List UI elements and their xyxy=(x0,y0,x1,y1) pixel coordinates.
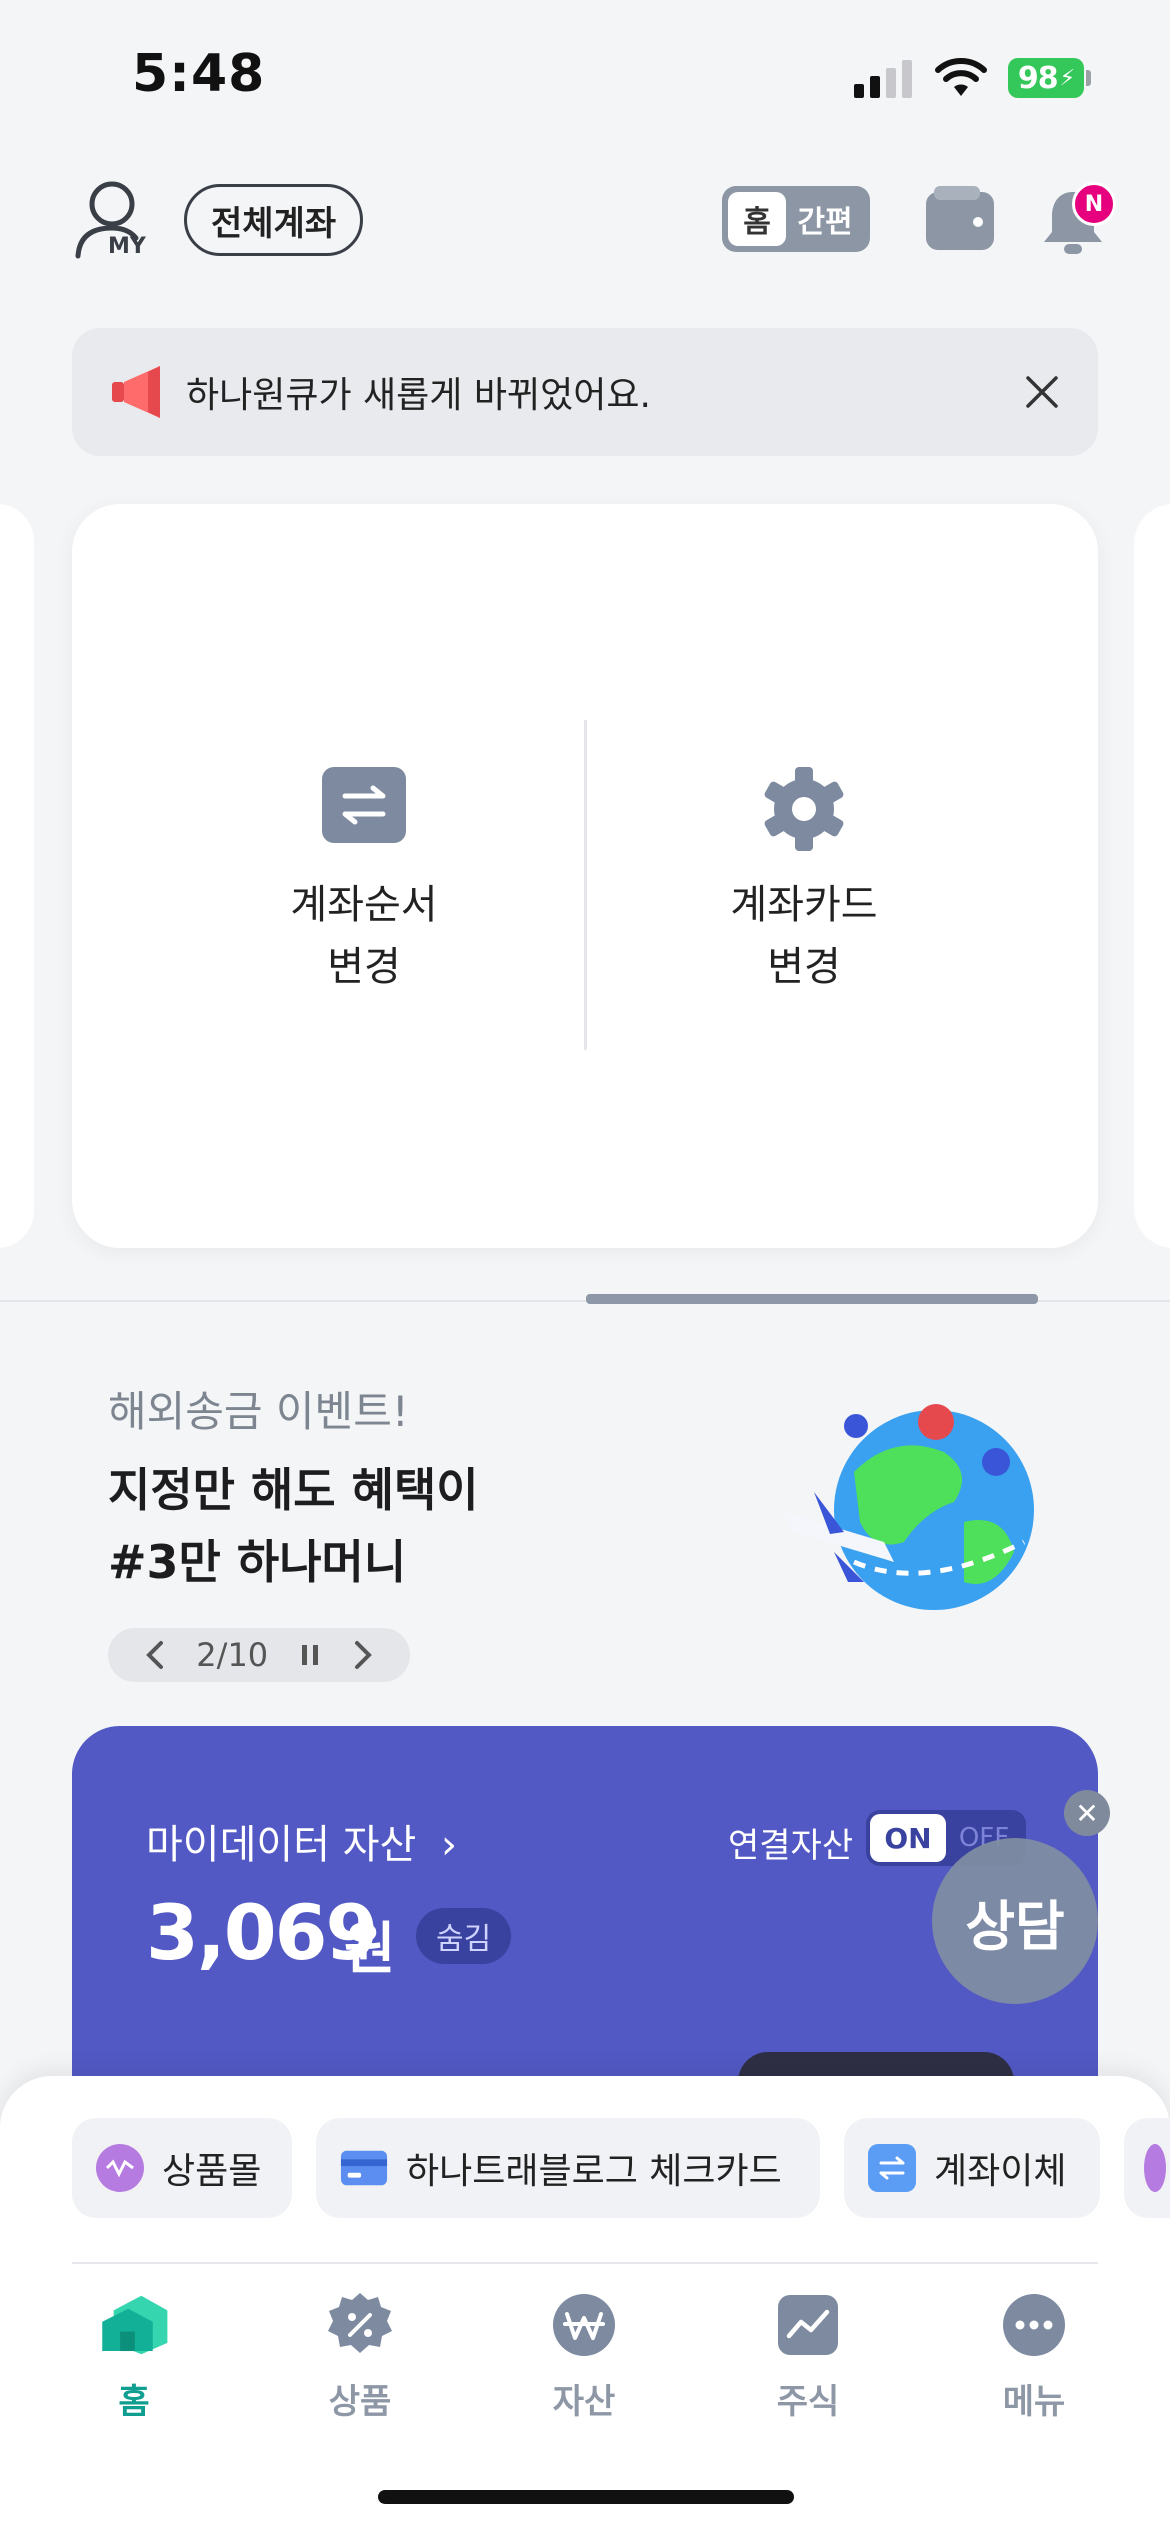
change-account-order-button[interactable]: 계좌순서 변경 xyxy=(184,766,544,998)
my-profile-button[interactable]: MY xyxy=(72,176,156,266)
mode-home-option[interactable]: 홈 xyxy=(728,192,786,246)
mydata-title[interactable]: 마이데이터 자산 › xyxy=(146,1812,457,1870)
notification-badge: N xyxy=(1072,182,1116,226)
event-subtitle: 해외송금 이벤트! xyxy=(108,1387,409,1436)
change-order-line2: 변경 xyxy=(327,944,401,990)
consult-close-icon[interactable]: ✕ xyxy=(1064,1790,1110,1836)
consult-button[interactable]: 상담 xyxy=(932,1838,1098,2004)
my-label: MY xyxy=(108,234,146,259)
notice-banner[interactable]: 하나원큐가 새롭게 바뀌었어요. xyxy=(72,328,1098,456)
carousel-indicator xyxy=(586,1294,1038,1304)
transfer-arrows-icon xyxy=(322,767,406,843)
signal-icon xyxy=(854,60,912,98)
battery-indicator: 98 ⚡ xyxy=(1008,58,1084,98)
next-account-card[interactable] xyxy=(1134,504,1170,1248)
nav-menu[interactable]: 메뉴 xyxy=(964,2290,1104,2423)
more-dots-icon xyxy=(999,2290,1069,2360)
chevron-right-icon[interactable] xyxy=(351,1639,375,1671)
megaphone-icon xyxy=(112,366,160,418)
change-card-line2: 변경 xyxy=(767,944,841,990)
battery-tip xyxy=(1086,70,1091,86)
prev-account-card[interactable] xyxy=(0,504,34,1248)
wallet-icon[interactable] xyxy=(924,186,996,252)
notice-text: 하나원큐가 새롭게 바뀌었어요. xyxy=(186,375,651,416)
nav-stocks[interactable]: 주식 xyxy=(738,2290,878,2423)
globe-airplane-icon[interactable] xyxy=(774,1392,1044,1622)
quick-menu-transfer[interactable]: 계좌이체 xyxy=(844,2118,1100,2218)
toggle-on[interactable]: ON xyxy=(870,1814,946,1862)
pager-count: 2/10 xyxy=(196,1636,269,1674)
won-coin-icon xyxy=(549,2290,619,2360)
gear-icon xyxy=(764,767,844,851)
all-accounts-button[interactable]: 전체계좌 xyxy=(184,184,364,256)
nav-home[interactable]: 홈 xyxy=(64,2290,204,2423)
card-icon xyxy=(340,2144,388,2192)
mydata-amount: 3,069 xyxy=(146,1888,378,1977)
linked-assets-label: 연결자산 xyxy=(728,1826,854,1866)
percent-badge-icon xyxy=(325,2290,395,2360)
purple-coin-icon xyxy=(1144,2144,1166,2192)
status-time: 5:48 xyxy=(132,44,266,104)
purple-coin-icon xyxy=(96,2144,144,2192)
quick-menu-more[interactable] xyxy=(1124,2118,1170,2218)
nav-assets[interactable]: 자산 xyxy=(514,2290,654,2423)
nav-products[interactable]: 상품 xyxy=(290,2290,430,2423)
wifi-icon xyxy=(935,58,987,96)
pause-icon[interactable] xyxy=(298,1641,322,1669)
card-divider xyxy=(584,720,587,1050)
home-mode-toggle[interactable]: 홈 간편 xyxy=(722,186,870,252)
event-pager: 2/10 xyxy=(108,1628,410,1682)
home-icon xyxy=(99,2290,169,2360)
sheet-divider xyxy=(72,2262,1098,2264)
quick-menu-shop[interactable]: 상품몰 xyxy=(72,2118,292,2218)
mode-simple-option[interactable]: 간편 xyxy=(786,197,864,241)
change-card-line1: 계좌카드 xyxy=(730,882,878,928)
home-indicator xyxy=(378,2490,794,2504)
close-icon[interactable] xyxy=(1022,372,1062,412)
chevron-left-icon[interactable] xyxy=(143,1639,167,1671)
quick-menu-travel-card[interactable]: 하나트래블로그 체크카드 xyxy=(316,2118,820,2218)
change-account-card-button[interactable]: 계좌카드 변경 xyxy=(624,766,984,998)
mydata-unit: 원 xyxy=(344,1917,396,1982)
hide-amount-button[interactable]: 숨김 xyxy=(416,1908,512,1964)
transfer-icon xyxy=(868,2144,916,2192)
event-title[interactable]: 지정만 해도 혜택이 #3만 하나머니 xyxy=(108,1454,668,1598)
stock-chart-icon xyxy=(773,2290,843,2360)
change-order-line1: 계좌순서 xyxy=(290,882,438,928)
